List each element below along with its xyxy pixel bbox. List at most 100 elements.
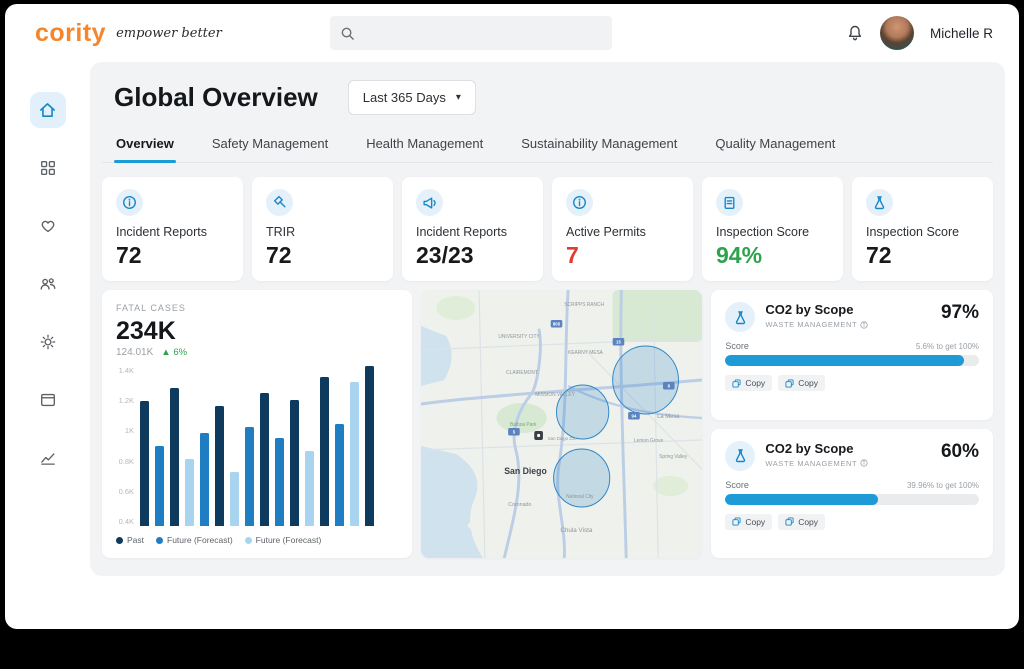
tab-quality-management[interactable]: Quality Management — [713, 127, 837, 162]
fatal-cases-value: 234K — [116, 317, 398, 346]
copy-button[interactable]: Copy — [725, 375, 772, 391]
user-avatar[interactable] — [880, 16, 914, 50]
search-input[interactable] — [363, 25, 602, 42]
copy-button[interactable]: Copy — [725, 514, 772, 530]
date-range-button[interactable]: Last 365 Days ▾ — [348, 80, 476, 115]
svg-text:Spring Valley: Spring Valley — [659, 454, 688, 460]
copy-button[interactable]: Copy — [778, 375, 825, 391]
search-icon — [340, 26, 355, 41]
kpi-label: Inspection Score — [866, 225, 979, 239]
top-bar: cority empower better Mich — [5, 4, 1019, 62]
co2-subtitle: WASTE MANAGEMENT — [765, 320, 857, 329]
san-diego-map[interactable]: 805158594 SCRIPPS RANCHUNIVERSITY CITYCL… — [421, 290, 703, 558]
kpi-card-inspection-score-2[interactable]: Inspection Score 72 — [852, 177, 993, 281]
co2-column: CO2 by Scope WASTE MANAGEMENT 97% — [711, 290, 993, 558]
tab-health-management[interactable]: Health Management — [364, 127, 485, 162]
notifications-bell-icon[interactable] — [846, 24, 864, 42]
date-range-label: Last 365 Days — [363, 90, 446, 105]
page-title: Global Overview — [114, 82, 318, 113]
svg-text:National City: National City — [566, 494, 594, 500]
bar — [320, 377, 329, 526]
kpi-label: Active Permits — [566, 225, 679, 239]
copy-chip-row: Copy Copy — [725, 514, 979, 530]
score-row: Score 5.6% to get 100% — [725, 341, 979, 351]
svg-text:KEARNY MESA: KEARNY MESA — [568, 350, 603, 356]
megaphone-icon — [416, 189, 443, 216]
fatal-cases-title: FATAL CASES — [116, 303, 398, 313]
screen: cority empower better Mich — [0, 0, 1024, 669]
fatal-cases-previous: 124.01K — [116, 347, 153, 358]
tab-bar: Overview Safety Management Health Manage… — [102, 127, 993, 163]
kpi-card-active-permits[interactable]: Active Permits 7 — [552, 177, 693, 281]
kpi-label: TRIR — [266, 225, 379, 239]
chevron-down-icon: ▾ — [456, 92, 461, 103]
bar — [335, 424, 344, 526]
co2-score-value: 97% — [941, 302, 979, 324]
tab-safety-management[interactable]: Safety Management — [210, 127, 330, 162]
svg-text:Balboa Park: Balboa Park — [510, 422, 537, 428]
sidebar-item-home[interactable] — [30, 92, 66, 128]
info-icon — [860, 459, 868, 467]
kpi-value: 72 — [116, 242, 229, 269]
score-progress-fill — [725, 355, 963, 366]
score-hint: 5.6% to get 100% — [916, 342, 979, 351]
score-progress-track — [725, 494, 979, 505]
sidebar-item-favorites[interactable] — [30, 208, 66, 244]
legend-label: Future (Forecast) — [167, 535, 233, 545]
tab-sustainability-management[interactable]: Sustainability Management — [519, 127, 679, 162]
co2-subtitle-row: WASTE MANAGEMENT — [765, 459, 941, 468]
sidebar-item-cards[interactable] — [30, 382, 66, 418]
search-box[interactable] — [330, 16, 612, 50]
kpi-value: 23/23 — [416, 242, 529, 269]
apps-grid-icon — [39, 159, 57, 177]
legend-label: Past — [127, 535, 144, 545]
copy-label: Copy — [798, 378, 818, 388]
fatal-cases-card: FATAL CASES 234K 124.01K ▲ 6% 1.4K1.2K1K… — [102, 290, 412, 558]
copy-button[interactable]: Copy — [778, 514, 825, 530]
app-window: cority empower better Mich — [5, 4, 1019, 629]
svg-text:SCRIPPS RANCH: SCRIPPS RANCH — [564, 302, 604, 308]
kpi-card-trir[interactable]: TRIR 72 — [252, 177, 393, 281]
co2-title: CO2 by Scope — [765, 441, 941, 456]
legend-label: Future (Forecast) — [256, 535, 322, 545]
kpi-card-incident-reports-2[interactable]: Incident Reports 23/23 — [402, 177, 543, 281]
svg-text:UNIVERSITY CITY: UNIVERSITY CITY — [498, 334, 540, 340]
delta-value: 6% — [173, 347, 187, 358]
sidebar-item-apps[interactable] — [30, 150, 66, 186]
bars-area — [140, 366, 398, 526]
sidebar-item-analytics[interactable] — [30, 440, 66, 476]
svg-text:CLAIREMONT: CLAIREMONT — [506, 370, 538, 376]
svg-text:La Mesa: La Mesa — [657, 414, 680, 420]
map-park-area — [612, 290, 702, 342]
svg-text:San Diego Zoo: San Diego Zoo — [547, 436, 576, 441]
bar — [230, 472, 239, 526]
co2-card-2: CO2 by Scope WASTE MANAGEMENT 60% — [711, 429, 993, 559]
copy-label: Copy — [745, 517, 765, 527]
sidebar-item-settings[interactable] — [30, 324, 66, 360]
copy-icon — [785, 379, 794, 388]
co2-card-1: CO2 by Scope WASTE MANAGEMENT 97% — [711, 290, 993, 420]
sidebar-item-people[interactable] — [30, 266, 66, 302]
copy-icon — [785, 517, 794, 526]
clipboard-icon — [716, 189, 743, 216]
legend-dot — [245, 537, 252, 544]
flask-icon — [866, 189, 893, 216]
info-icon — [116, 189, 143, 216]
bar — [200, 433, 209, 526]
kpi-card-inspection-score[interactable]: Inspection Score 94% — [702, 177, 843, 281]
kpi-value: 94% — [716, 242, 829, 269]
line-chart-icon — [39, 449, 57, 467]
legend-dot — [116, 537, 123, 544]
user-name[interactable]: Michelle R — [930, 26, 993, 41]
co2-subtitle: WASTE MANAGEMENT — [765, 459, 857, 468]
kpi-card-incident-reports[interactable]: Incident Reports 72 — [102, 177, 243, 281]
tab-overview[interactable]: Overview — [114, 127, 176, 162]
score-row: Score 39.96% to get 100% — [725, 480, 979, 490]
co2-header: CO2 by Scope WASTE MANAGEMENT 60% — [725, 441, 979, 471]
copy-icon — [732, 379, 741, 388]
people-icon — [39, 275, 57, 293]
legend-item-forecast-1: Future (Forecast) — [156, 535, 233, 545]
kpi-value: 7 — [566, 242, 679, 269]
svg-text:San Diego: San Diego — [504, 466, 547, 476]
bar — [245, 427, 254, 526]
